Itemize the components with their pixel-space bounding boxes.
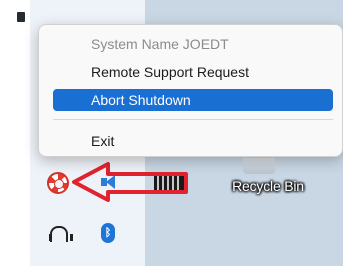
- recycle-bin-label[interactable]: Recycle Bin: [226, 178, 310, 194]
- menu-item-system-name: System Name JOEDT: [91, 36, 229, 52]
- headset-icon[interactable]: [49, 226, 73, 242]
- red-arrow-annotation: [72, 162, 188, 202]
- window-edge-mark: [17, 12, 25, 22]
- lifebuoy-icon[interactable]: [47, 172, 69, 194]
- menu-separator: [53, 119, 333, 120]
- menu-item-remote-support-request[interactable]: Remote Support Request: [53, 61, 333, 83]
- recycle-bin-icon[interactable]: [243, 158, 275, 174]
- menu-item-abort-shutdown[interactable]: Abort Shutdown: [53, 89, 333, 111]
- bluetooth-icon[interactable]: ᛒ: [101, 223, 115, 243]
- tray-context-menu: System Name JOEDT Remote Support Request…: [38, 24, 343, 157]
- window-corner: [0, 0, 30, 30]
- menu-item-exit[interactable]: Exit: [53, 130, 333, 152]
